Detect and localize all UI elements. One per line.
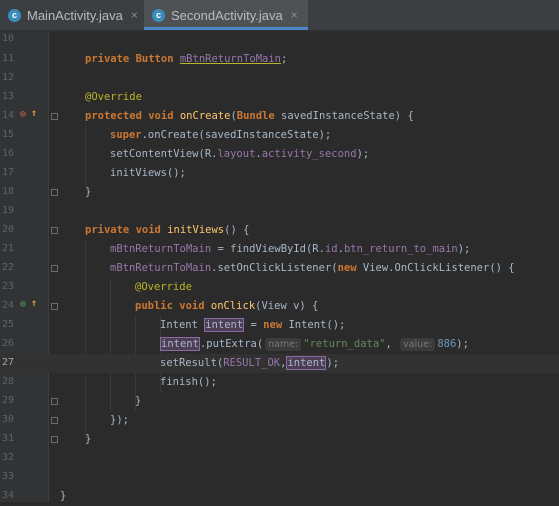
line-number: 15 [1, 129, 14, 140]
code-line[interactable]: 28 finish(); [0, 373, 559, 392]
line-number: 21 [1, 243, 14, 254]
line-number: 22 [1, 262, 14, 273]
line-number: 13 [1, 91, 14, 102]
tab-main-activity[interactable]: c MainActivity.java × [6, 0, 146, 30]
fold-icon[interactable] [51, 303, 58, 310]
fold-icon[interactable] [51, 113, 58, 120]
line-number: 27 [1, 357, 14, 368]
line-number: 24 [1, 300, 14, 311]
code-line[interactable]: 14 ⊙ ↑ protected void onCreate(Bundle sa… [0, 107, 559, 126]
code-text: Intent intent = new Intent(); [160, 318, 346, 332]
code-line[interactable]: 26 intent.putExtra(name: "return_data", v… [0, 335, 559, 354]
tab-second-activity[interactable]: c SecondActivity.java × [144, 0, 308, 30]
code-text: } [135, 395, 142, 407]
code-text: protected void onCreate(Bundle savedInst… [85, 110, 414, 122]
line-number: 11 [1, 53, 14, 64]
code-line[interactable]: 34 } [0, 487, 559, 506]
code-line[interactable]: 20 private void initViews() { [0, 221, 559, 240]
code-line[interactable]: 19 [0, 202, 559, 221]
close-icon[interactable]: × [291, 8, 298, 22]
param-hint-value: value: [400, 338, 436, 351]
line-number: 30 [1, 414, 14, 425]
fold-icon[interactable] [51, 417, 58, 424]
code-line[interactable]: 30 }); [0, 411, 559, 430]
line-number: 20 [1, 224, 14, 235]
code-line[interactable]: 15 super.onCreate(savedInstanceState); [0, 126, 559, 145]
code-text: } [85, 186, 92, 198]
line-number: 18 [1, 186, 14, 197]
line-number: 26 [1, 338, 14, 349]
code-line[interactable]: 13 @Override [0, 88, 559, 107]
code-editor[interactable]: 10 11 private Button mBtnReturnToMain; 1… [0, 31, 559, 502]
code-text: intent.putExtra(name: "return_data", valu… [160, 337, 469, 351]
code-text: finish(); [160, 376, 217, 388]
code-line[interactable]: 10 [0, 31, 559, 50]
line-number: 23 [1, 281, 14, 292]
code-line[interactable]: 29 } [0, 392, 559, 411]
code-line[interactable]: 18 } [0, 183, 559, 202]
code-text: }); [110, 414, 129, 426]
line-number: 12 [1, 72, 14, 83]
code-text: } [85, 433, 92, 445]
fold-icon[interactable] [51, 398, 58, 405]
code-line[interactable]: 16 setContentView(R.layout.activity_seco… [0, 145, 559, 164]
code-line-current[interactable]: 27 setResult(RESULT_OK,intent); [0, 354, 559, 373]
line-number: 28 [1, 376, 14, 387]
line-number: 25 [1, 319, 14, 330]
fold-icon[interactable] [51, 436, 58, 443]
code-line[interactable]: 22 mBtnReturnToMain.setOnClickListener(n… [0, 259, 559, 278]
code-line[interactable]: 25 Intent intent = new Intent(); [0, 316, 559, 335]
implement-method-icon[interactable]: ⊙ [20, 299, 26, 310]
code-text: @Override [135, 281, 192, 293]
line-number: 10 [1, 33, 14, 44]
class-file-icon: c [8, 8, 21, 22]
editor-tab-bar: c MainActivity.java × c SecondActivity.j… [0, 0, 559, 31]
line-number: 32 [1, 452, 14, 463]
code-text: initViews(); [110, 167, 186, 179]
override-method-icon[interactable]: ⊙ [20, 109, 26, 120]
line-number: 19 [1, 205, 14, 216]
tab-label: SecondActivity.java [171, 7, 283, 23]
code-text: setResult(RESULT_OK,intent); [160, 356, 340, 370]
line-number: 14 [1, 110, 14, 121]
code-text: } [60, 490, 67, 502]
code-text: private Button mBtnReturnToMain; [85, 53, 288, 65]
line-number: 33 [1, 471, 14, 482]
line-number: 34 [1, 490, 14, 501]
param-hint-name: name: [265, 338, 302, 351]
code-text: super.onCreate(savedInstanceState); [110, 129, 332, 141]
code-text: private void initViews() { [85, 224, 250, 236]
code-line[interactable]: 24 ⊙ ↑ public void onClick(View v) { [0, 297, 559, 316]
line-number: 17 [1, 167, 14, 178]
fold-icon[interactable] [51, 265, 58, 272]
code-line[interactable]: 11 private Button mBtnReturnToMain; [0, 50, 559, 69]
line-number: 31 [1, 433, 14, 444]
code-text: public void onClick(View v) { [135, 300, 319, 312]
code-text: mBtnReturnToMain = findViewById(R.id.btn… [110, 243, 471, 255]
code-line[interactable]: 12 [0, 69, 559, 88]
fold-icon[interactable] [51, 227, 58, 234]
code-line[interactable]: 21 mBtnReturnToMain = findViewById(R.id.… [0, 240, 559, 259]
tab-label: MainActivity.java [27, 7, 123, 23]
code-line[interactable]: 23 @Override [0, 278, 559, 297]
code-line[interactable]: 31 } [0, 430, 559, 449]
up-arrow-icon[interactable]: ↑ [31, 298, 37, 309]
line-number: 16 [1, 148, 14, 159]
code-text: mBtnReturnToMain.setOnClickListener(new … [110, 262, 515, 274]
code-text: @Override [85, 91, 142, 103]
code-line[interactable]: 33 [0, 468, 559, 487]
code-text: setContentView(R.layout.activity_second)… [110, 148, 370, 160]
close-icon[interactable]: × [131, 8, 138, 22]
code-line[interactable]: 17 initViews(); [0, 164, 559, 183]
class-file-icon: c [152, 8, 165, 22]
fold-icon[interactable] [51, 189, 58, 196]
line-number: 29 [1, 395, 14, 406]
code-line[interactable]: 32 [0, 449, 559, 468]
up-arrow-icon[interactable]: ↑ [31, 108, 37, 119]
